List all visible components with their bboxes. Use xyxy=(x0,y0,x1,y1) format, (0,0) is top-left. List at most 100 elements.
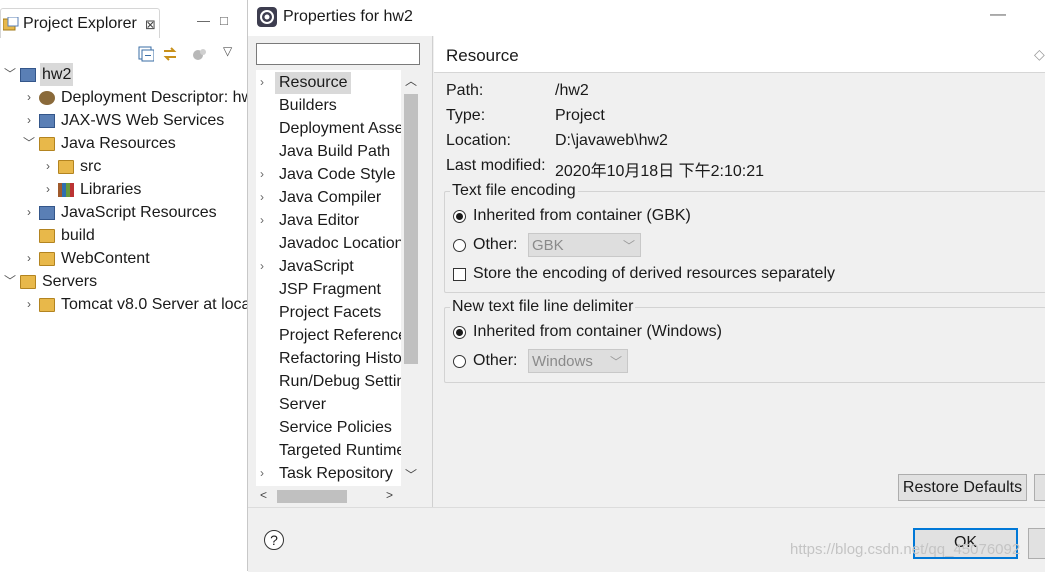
nav-item[interactable]: Builders xyxy=(256,94,401,117)
expand-twisty-icon[interactable]: › xyxy=(260,209,264,232)
tree-item[interactable]: › JAX-WS Web Services xyxy=(0,109,247,132)
eclipse-icon xyxy=(257,7,277,27)
expand-twisty-icon[interactable]: › xyxy=(260,462,264,485)
restore-defaults-button[interactable]: Restore Defaults xyxy=(898,474,1027,501)
collapse-twisty-icon[interactable]: ﹀ xyxy=(23,132,35,155)
tree-item-label: Deployment Descriptor: hw2 xyxy=(61,89,248,106)
expand-twisty-icon[interactable]: › xyxy=(260,186,264,209)
scroll-left-icon[interactable]: < xyxy=(260,488,267,502)
nav-item[interactable]: › Java Editor xyxy=(256,209,401,232)
expand-twisty-icon[interactable]: › xyxy=(23,293,35,316)
nav-item[interactable]: Targeted Runtimes xyxy=(256,439,401,462)
nav-item[interactable]: Project References xyxy=(256,324,401,347)
scroll-up-icon[interactable]: ︿ xyxy=(405,72,417,89)
expand-twisty-icon[interactable]: › xyxy=(42,178,54,201)
expand-twisty-icon[interactable]: › xyxy=(260,163,264,186)
nav-item[interactable]: › Task Repository xyxy=(256,462,401,485)
nav-item[interactable]: Run/Debug Settings xyxy=(256,370,401,393)
project-icon xyxy=(20,68,36,82)
delimiter-other-combo[interactable]: Windows ﹀ xyxy=(528,349,628,373)
minimize-view-icon[interactable]: — xyxy=(197,13,210,28)
tree-item[interactable]: › WebContent xyxy=(0,247,247,270)
tree-item[interactable]: › JavaScript Resources xyxy=(0,201,247,224)
nav-item[interactable]: Java Build Path xyxy=(256,140,401,163)
delimiter-inherited-label[interactable]: Inherited from container (Windows) xyxy=(473,323,722,341)
path-value: /hw2 xyxy=(555,82,589,99)
store-encoding-checkbox[interactable] xyxy=(453,268,466,281)
delimiter-other-radio[interactable] xyxy=(453,355,466,368)
pane-splitter[interactable] xyxy=(432,36,433,507)
tree-item[interactable]: ﹀ hw2 xyxy=(0,63,247,86)
nav-item[interactable]: › Java Code Style xyxy=(256,163,401,186)
expand-twisty-icon[interactable]: › xyxy=(23,86,35,109)
nav-vertical-scroll-thumb[interactable] xyxy=(404,94,418,364)
source-folder-icon xyxy=(58,160,74,174)
nav-item[interactable]: Javadoc Location xyxy=(256,232,401,255)
view-menu-icon[interactable]: ▽ xyxy=(223,44,232,58)
nav-item-label: Refactoring History xyxy=(279,350,401,367)
tree-item-label: Servers xyxy=(42,273,98,290)
nav-horizontal-scrollbar[interactable]: < > xyxy=(256,486,420,507)
close-tab-icon[interactable]: ⊠ xyxy=(145,17,156,33)
encoding-other-radio[interactable] xyxy=(453,239,466,252)
scroll-down-icon[interactable]: ﹀ xyxy=(405,466,417,483)
nav-item-label: Builders xyxy=(279,97,337,114)
nav-horizontal-scroll-thumb[interactable] xyxy=(277,490,347,503)
encoding-group-legend: Text file encoding xyxy=(450,182,578,200)
expand-twisty-icon[interactable]: › xyxy=(42,155,54,178)
tree-item[interactable]: › Tomcat v8.0 Server at localhost-config xyxy=(0,293,247,316)
nav-item[interactable]: Refactoring History xyxy=(256,347,401,370)
nav-item[interactable]: Project Facets xyxy=(256,301,401,324)
filter-input[interactable] xyxy=(256,43,420,65)
expand-twisty-icon[interactable]: › xyxy=(260,255,264,278)
nav-item[interactable]: › Resource xyxy=(256,71,401,94)
scroll-right-icon[interactable]: > xyxy=(386,488,393,502)
tree-item[interactable]: › Libraries xyxy=(0,178,247,201)
nav-item[interactable]: Deployment Assembly xyxy=(256,117,401,140)
nav-item[interactable]: › JavaScript xyxy=(256,255,401,278)
chevron-down-icon: ﹀ xyxy=(622,239,635,253)
collapse-twisty-icon[interactable]: ﹀ xyxy=(4,270,16,293)
encoding-other-combo[interactable]: GBK ﹀ xyxy=(528,233,641,257)
dialog-minimize-icon[interactable]: — xyxy=(990,6,1006,24)
expand-twisty-icon[interactable]: › xyxy=(23,201,35,224)
encoding-inherited-label[interactable]: Inherited from container (GBK) xyxy=(473,207,691,225)
tree-item-label: build xyxy=(61,227,95,244)
project-explorer-tab[interactable]: Project Explorer ⊠ xyxy=(0,8,160,38)
nav-item-label: JSP Fragment xyxy=(279,281,381,298)
tree-item[interactable]: build xyxy=(0,224,247,247)
store-encoding-label[interactable]: Store the encoding of derived resources … xyxy=(473,265,835,283)
maximize-view-icon[interactable]: □ xyxy=(220,13,228,28)
tree-item[interactable]: ﹀ Java Resources xyxy=(0,132,247,155)
nav-item[interactable]: Server xyxy=(256,393,401,416)
project-explorer-view: Project Explorer ⊠ — □ ▽ ﹀ hw2 › Deployment… xyxy=(0,0,248,571)
nav-item[interactable]: JSP Fragment xyxy=(256,278,401,301)
help-icon[interactable]: ? xyxy=(264,530,284,550)
type-label: Type: xyxy=(446,107,486,124)
encoding-other-label[interactable]: Other: xyxy=(473,236,517,254)
collapse-twisty-icon[interactable]: ﹀ xyxy=(4,63,16,86)
nav-item[interactable]: Service Policies xyxy=(256,416,401,439)
tree-item[interactable]: › src xyxy=(0,155,247,178)
tree-item-label: JAX-WS Web Services xyxy=(61,112,225,129)
type-value: Project xyxy=(555,107,605,124)
cancel-button-edge[interactable] xyxy=(1028,528,1045,559)
delimiter-inherited-radio[interactable] xyxy=(453,326,466,339)
expand-twisty-icon[interactable]: › xyxy=(260,71,264,94)
apply-button-edge[interactable] xyxy=(1034,474,1045,501)
delimiter-other-label[interactable]: Other: xyxy=(473,352,517,370)
expand-twisty-icon[interactable]: › xyxy=(23,109,35,132)
expand-twisty-icon[interactable]: › xyxy=(23,247,35,270)
explorer-tab-bar: Project Explorer ⊠ — □ xyxy=(0,8,247,38)
nav-item[interactable]: › Java Compiler xyxy=(256,186,401,209)
tree-item[interactable]: › Deployment Descriptor: hw2 xyxy=(0,86,247,109)
tree-item-label: Tomcat v8.0 Server at localhost-config xyxy=(61,296,248,313)
deployment-descriptor-icon xyxy=(39,91,55,105)
encoding-inherited-radio[interactable] xyxy=(453,210,466,223)
properties-dialog: Properties for hw2 — › Resource Builders De… xyxy=(248,0,1045,572)
nav-item-label: Targeted Runtimes xyxy=(279,442,401,459)
nav-vertical-scrollbar[interactable]: ︿ ﹀ xyxy=(401,70,420,486)
back-arrow-icon[interactable]: ◇ xyxy=(1034,46,1045,63)
location-value: D:\javaweb\hw2 xyxy=(555,132,668,149)
tree-item[interactable]: ﹀ Servers xyxy=(0,270,247,293)
